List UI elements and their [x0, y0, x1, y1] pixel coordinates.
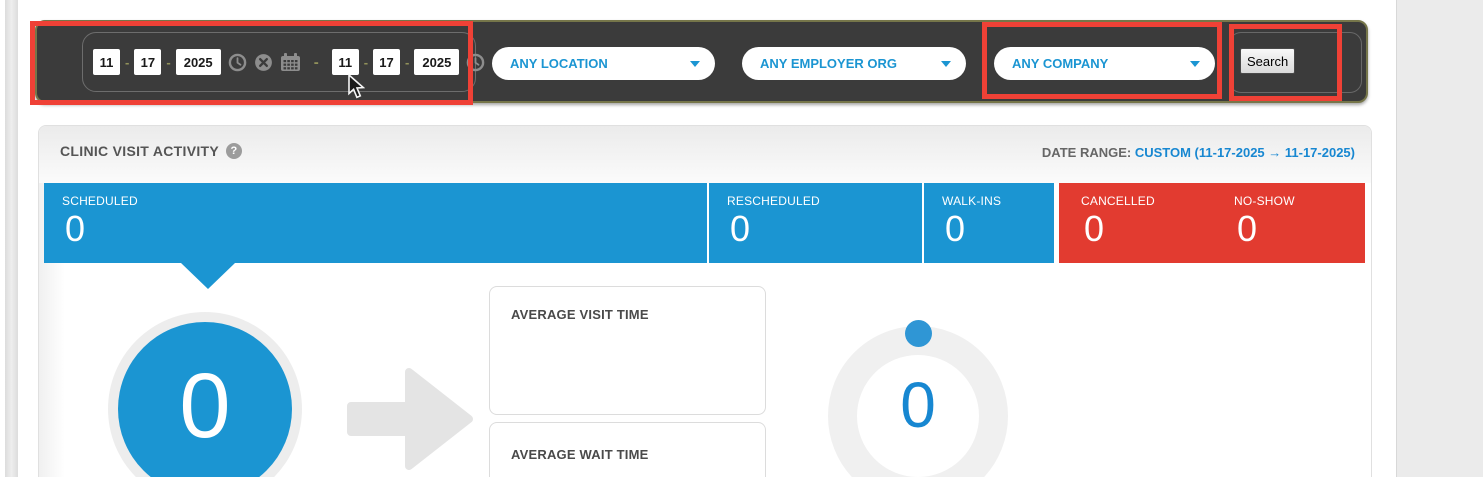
- employer-org-dropdown[interactable]: ANY EMPLOYER ORG: [742, 47, 966, 80]
- stat-tile-cancelled-noshow: CANCELLED 0 NO-SHOW 0: [1059, 183, 1365, 263]
- date-range-label: DATE RANGE:: [1042, 145, 1131, 160]
- scheduled-circle: 0: [118, 322, 292, 477]
- date-to-day-input[interactable]: [373, 49, 400, 75]
- caret-down-icon: [941, 61, 951, 67]
- date-range-value-link[interactable]: CUSTOM (11-17-2025 → 11-17-2025): [1135, 145, 1355, 160]
- date-separator: -: [125, 55, 129, 70]
- clock-icon[interactable]: [466, 53, 485, 72]
- date-from-year-input[interactable]: [176, 49, 221, 75]
- location-dropdown[interactable]: ANY LOCATION: [492, 47, 715, 80]
- scheduled-circle-ring: 0: [108, 312, 302, 477]
- caret-down-icon: [1190, 61, 1200, 67]
- panel-title: CLINIC VISIT ACTIVITY ?: [60, 143, 242, 159]
- page-left-edge: [5, 0, 18, 477]
- date-separator: -: [166, 55, 170, 70]
- clock-icon[interactable]: [228, 53, 247, 72]
- average-visit-time-box: AVERAGE VISIT TIME: [489, 286, 766, 415]
- filter-bar: - -: [35, 20, 1368, 103]
- stat-tile-rescheduled: RESCHEDULED 0: [709, 183, 922, 263]
- stats-row: SCHEDULED 0 RESCHEDULED 0 WALK-INS 0 CAN…: [44, 183, 1365, 263]
- stat-tile-walkins: WALK-INS 0: [924, 183, 1054, 263]
- clear-icon[interactable]: [254, 53, 273, 72]
- average-wait-time-box: AVERAGE WAIT TIME: [489, 422, 766, 477]
- dashboard-screen: - -: [0, 0, 1483, 477]
- scheduled-pointer-triangle: [181, 263, 235, 289]
- date-to-year-input[interactable]: [414, 49, 459, 75]
- caret-down-icon: [690, 61, 700, 67]
- stat-label: CANCELLED: [1081, 194, 1212, 208]
- stat-label: RESCHEDULED: [727, 194, 922, 208]
- donut-gauge-dot: [905, 320, 932, 347]
- stat-tile-noshow: NO-SHOW 0: [1212, 183, 1365, 263]
- search-button[interactable]: Search: [1240, 48, 1295, 74]
- stat-value: 0: [945, 209, 1054, 249]
- date-separator: -: [364, 55, 368, 70]
- stat-tile-cancelled: CANCELLED 0: [1059, 183, 1212, 263]
- average-wait-time-label: AVERAGE WAIT TIME: [490, 423, 765, 462]
- date-range-separator: -: [314, 54, 319, 71]
- clinic-visit-activity-panel: CLINIC VISIT ACTIVITY ? DATE RANGE: CUST…: [38, 125, 1372, 477]
- company-dropdown[interactable]: ANY COMPANY: [994, 47, 1215, 80]
- page-right-margin: [1396, 0, 1483, 477]
- employer-org-dropdown-label: ANY EMPLOYER ORG: [760, 56, 897, 71]
- calendar-icon[interactable]: [280, 53, 301, 72]
- location-dropdown-label: ANY LOCATION: [510, 56, 608, 71]
- stat-label: SCHEDULED: [62, 194, 707, 208]
- help-icon[interactable]: ?: [226, 143, 242, 159]
- stat-value: 0: [1084, 209, 1212, 249]
- donut-gauge-value: 0: [828, 370, 1008, 440]
- date-from-month-input[interactable]: [93, 49, 120, 75]
- panel-header: CLINIC VISIT ACTIVITY ? DATE RANGE: CUST…: [39, 126, 1371, 183]
- stat-label: NO-SHOW: [1234, 194, 1365, 208]
- average-visit-time-label: AVERAGE VISIT TIME: [490, 287, 765, 322]
- stat-tile-scheduled: SCHEDULED 0: [44, 183, 707, 263]
- stat-value: 0: [730, 209, 922, 249]
- stat-value: 0: [1237, 209, 1365, 249]
- date-range-summary: DATE RANGE: CUSTOM (11-17-2025 → 11-17-2…: [1042, 145, 1355, 160]
- scheduled-circle-value: 0: [179, 354, 230, 459]
- company-dropdown-label: ANY COMPANY: [1012, 56, 1108, 71]
- stat-label: WALK-INS: [942, 194, 1054, 208]
- date-from-day-input[interactable]: [134, 49, 161, 75]
- arrow-right-icon: [347, 358, 475, 477]
- panel-title-text: CLINIC VISIT ACTIVITY: [60, 143, 219, 159]
- date-separator: -: [405, 55, 409, 70]
- date-range-fieldset: - -: [82, 32, 476, 92]
- date-to-month-input[interactable]: [332, 49, 359, 75]
- stat-value: 0: [65, 209, 707, 249]
